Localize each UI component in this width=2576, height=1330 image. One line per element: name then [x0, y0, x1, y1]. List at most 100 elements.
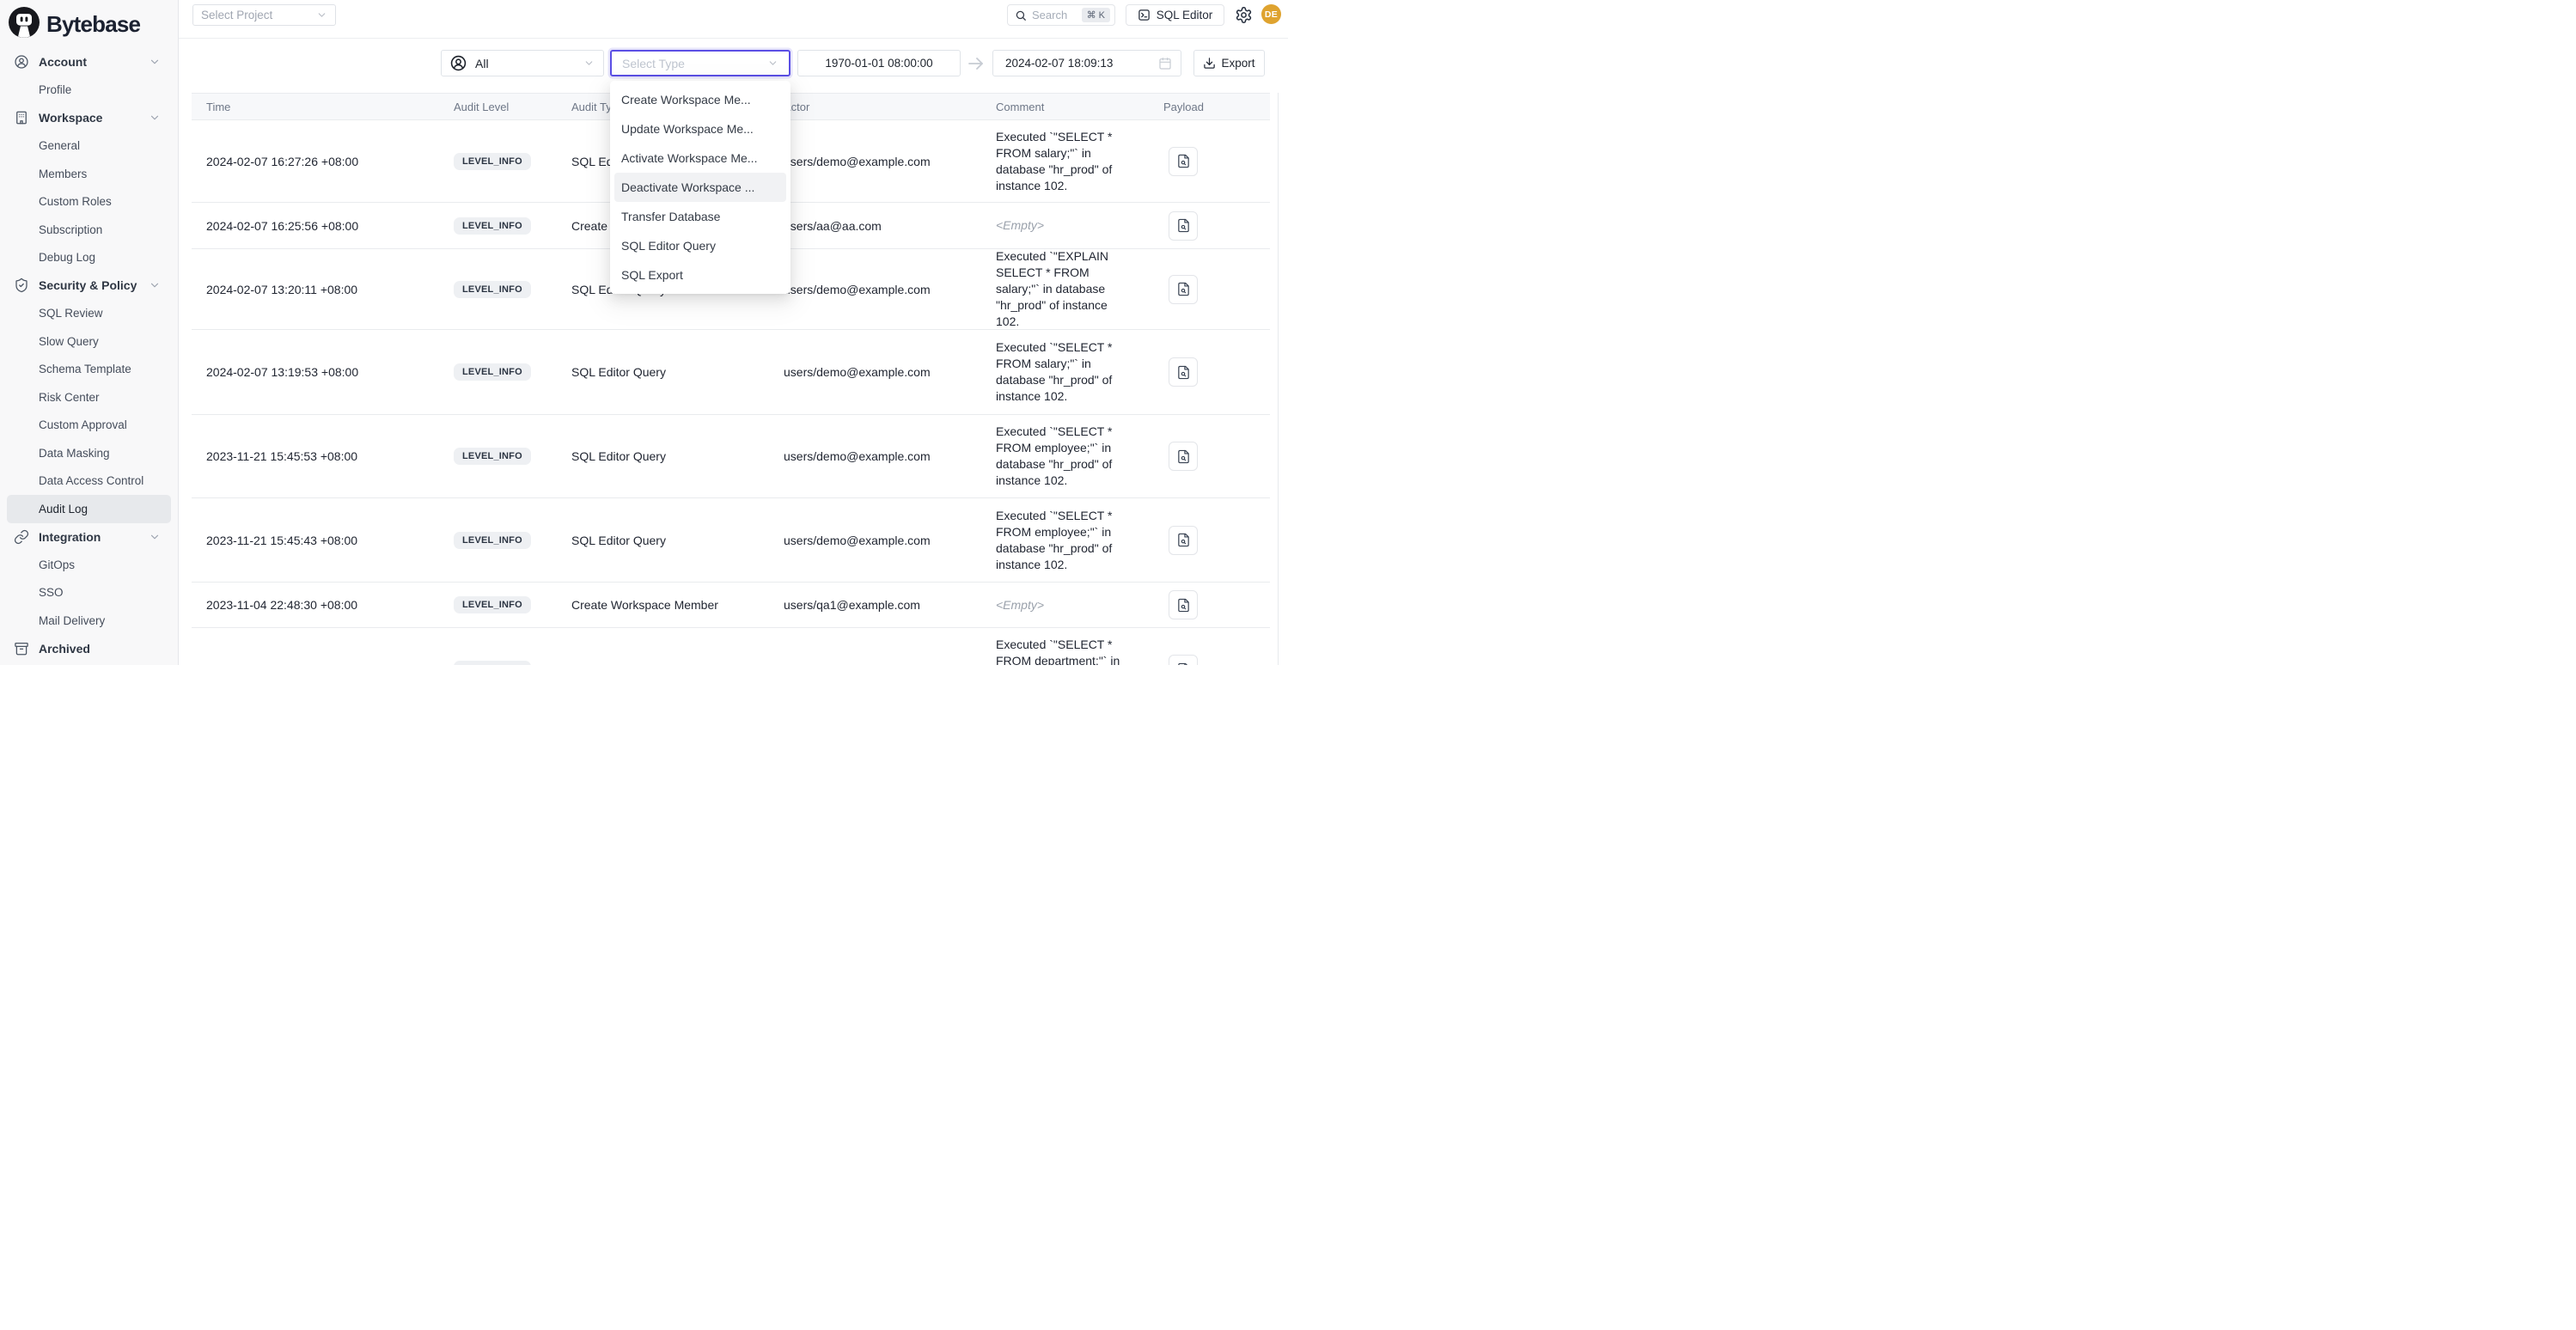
cell-audit-type: SQL Editor Query: [571, 662, 784, 665]
file-search-icon: [1176, 154, 1191, 168]
export-button[interactable]: Export: [1193, 50, 1265, 76]
cell-audit-level: LEVEL_INFO: [454, 596, 571, 613]
audit-level-badge: LEVEL_INFO: [454, 281, 531, 298]
cell-time: 2023-11-21 15:45:53 +08:00: [192, 449, 454, 463]
cell-actor: users/demo@example.com: [784, 662, 996, 665]
cell-actor: users/demo@example.com: [784, 283, 996, 296]
menu-item-sql-export[interactable]: SQL Export: [614, 260, 786, 290]
sidebar-item-data-masking[interactable]: Data Masking: [7, 439, 171, 467]
table-row: 2023-11-04 01:06:24 +08:00LEVEL_INFOSQL …: [192, 628, 1270, 665]
chevron-down-icon: [149, 56, 161, 68]
cell-time: 2024-02-07 13:19:53 +08:00: [192, 365, 454, 379]
cell-comment: Executed `"SELECT * FROM employee;"` in …: [996, 508, 1153, 573]
menu-item-sql-editor-query[interactable]: SQL Editor Query: [614, 231, 786, 260]
bytebase-logo-icon: [9, 7, 40, 42]
sidebar-item-data-access-control[interactable]: Data Access Control: [7, 467, 171, 496]
sidebar-item-label: Profile: [39, 83, 71, 96]
brand-logo[interactable]: Bytebase: [0, 0, 178, 42]
avatar[interactable]: DE: [1261, 4, 1281, 24]
payload-view-button[interactable]: [1169, 357, 1198, 387]
sidebar-item-slow-query[interactable]: Slow Query: [7, 327, 171, 356]
menu-item-activate-workspace-me[interactable]: Activate Workspace Me...: [614, 143, 786, 173]
type-dropdown-menu: Create Workspace Me...Update Workspace M…: [610, 81, 791, 294]
cell-audit-type: SQL Editor Query: [571, 534, 784, 547]
audit-level-badge: LEVEL_INFO: [454, 217, 531, 235]
project-selector-label: Select Project: [201, 9, 272, 21]
search-placeholder: Search: [1032, 9, 1077, 21]
project-selector[interactable]: Select Project: [192, 4, 336, 26]
sidebar-item-archived[interactable]: Archived: [7, 635, 171, 663]
sidebar-item-integration[interactable]: Integration: [7, 523, 171, 552]
cell-payload: [1153, 275, 1270, 304]
sidebar-item-mail-delivery[interactable]: Mail Delivery: [7, 607, 171, 635]
payload-view-button[interactable]: [1169, 655, 1198, 665]
download-icon: [1203, 57, 1216, 70]
payload-view-button[interactable]: [1169, 147, 1198, 176]
sql-editor-button[interactable]: SQL Editor: [1126, 4, 1224, 26]
member-filter-select[interactable]: All: [441, 50, 604, 76]
sidebar-item-subscription[interactable]: Subscription: [7, 216, 171, 244]
table-row: 2023-11-04 22:48:30 +08:00LEVEL_INFOCrea…: [192, 583, 1270, 628]
sidebar-item-debug-log[interactable]: Debug Log: [7, 244, 171, 272]
menu-item-transfer-database[interactable]: Transfer Database: [614, 202, 786, 231]
sidebar-item-label: GitOps: [39, 558, 75, 571]
cell-time: 2023-11-21 15:45:43 +08:00: [192, 534, 454, 547]
sidebar-item-label: Custom Roles: [39, 195, 112, 208]
cell-audit-level: LEVEL_INFO: [454, 217, 571, 235]
file-search-icon: [1176, 365, 1191, 380]
payload-view-button[interactable]: [1169, 590, 1198, 619]
cell-time: 2024-02-07 16:27:26 +08:00: [192, 155, 454, 168]
cell-time: 2023-11-04 01:06:24 +08:00: [192, 662, 454, 665]
cell-actor: users/qa1@example.com: [784, 598, 996, 612]
date-to-value: 2024-02-07 18:09:13: [1005, 57, 1158, 70]
sidebar-item-label: Members: [39, 168, 87, 180]
sidebar-item-members[interactable]: Members: [7, 160, 171, 188]
sidebar-item-sql-review[interactable]: SQL Review: [7, 300, 171, 328]
cell-time: 2024-02-07 13:20:11 +08:00: [192, 283, 454, 296]
date-from-input[interactable]: 1970-01-01 08:00:00: [797, 50, 961, 76]
payload-view-button[interactable]: [1169, 442, 1198, 471]
sidebar-item-workspace[interactable]: Workspace: [7, 104, 171, 132]
type-filter-select[interactable]: Select Type: [610, 50, 791, 76]
cell-actor: users/demo@example.com: [784, 155, 996, 168]
sidebar-item-audit-log[interactable]: Audit Log: [7, 495, 171, 523]
sidebar-item-account[interactable]: Account: [7, 48, 171, 76]
empty-comment-tag: <Empty>: [996, 598, 1044, 612]
payload-view-button[interactable]: [1169, 211, 1198, 241]
payload-view-button[interactable]: [1169, 275, 1198, 304]
user-circle-icon: [450, 55, 467, 71]
search-input[interactable]: Search ⌘ K: [1007, 4, 1115, 26]
sidebar-item-gitops[interactable]: GitOps: [7, 551, 171, 579]
sidebar-group-label: Account: [39, 55, 87, 69]
payload-view-button[interactable]: [1169, 526, 1198, 555]
sidebar-item-security-policy[interactable]: Security & Policy: [7, 271, 171, 300]
gear-icon[interactable]: [1235, 6, 1253, 24]
sidebar-item-general[interactable]: General: [7, 132, 171, 161]
cell-audit-level: LEVEL_INFO: [454, 281, 571, 298]
cell-actor: users/aa@aa.com: [784, 219, 996, 233]
date-to-input[interactable]: 2024-02-07 18:09:13: [992, 50, 1181, 76]
audit-level-badge: LEVEL_INFO: [454, 448, 531, 465]
menu-item-create-workspace-me[interactable]: Create Workspace Me...: [614, 85, 786, 114]
sidebar-item-profile[interactable]: Profile: [7, 76, 171, 105]
calendar-icon: [1158, 57, 1172, 70]
menu-item-deactivate-workspace[interactable]: Deactivate Workspace ...: [614, 173, 786, 202]
user-circle-icon: [14, 54, 29, 70]
column-header-time: Time: [192, 101, 454, 113]
sidebar-item-label: Data Masking: [39, 447, 110, 460]
cell-payload: [1153, 211, 1270, 241]
sidebar-item-label: Slow Query: [39, 335, 99, 348]
sidebar-item-custom-approval[interactable]: Custom Approval: [7, 412, 171, 440]
member-filter-value: All: [475, 57, 575, 70]
sidebar-item-sso[interactable]: SSO: [7, 579, 171, 607]
cell-comment: <Empty>: [996, 217, 1153, 234]
shield-check-icon: [14, 278, 29, 293]
menu-item-update-workspace-me[interactable]: Update Workspace Me...: [614, 114, 786, 143]
sidebar-item-risk-center[interactable]: Risk Center: [7, 383, 171, 412]
sidebar-item-schema-template[interactable]: Schema Template: [7, 356, 171, 384]
sidebar-group-label: Integration: [39, 530, 101, 544]
building-icon: [14, 110, 29, 125]
cell-audit-level: LEVEL_INFO: [454, 363, 571, 381]
cell-audit-level: LEVEL_INFO: [454, 448, 571, 465]
sidebar-item-custom-roles[interactable]: Custom Roles: [7, 188, 171, 217]
